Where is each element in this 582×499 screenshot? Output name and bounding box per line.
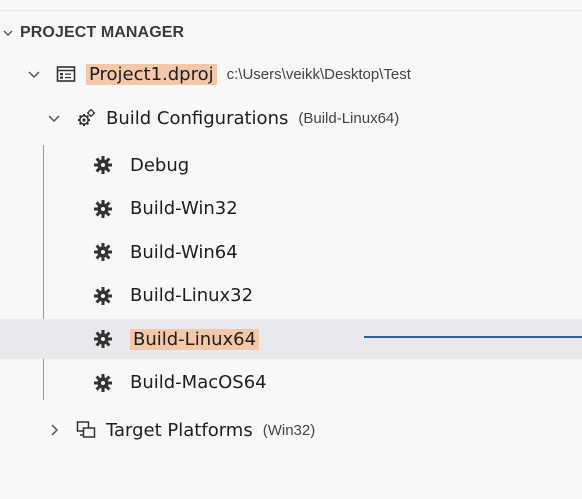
active-target-platform: (Win32) <box>262 421 316 439</box>
target-platforms-label: Target Platforms <box>106 419 253 441</box>
project-path: c:\Users\veikk\Desktop\Test <box>226 65 411 83</box>
configuration-text: Build-Linux64 <box>130 328 260 350</box>
build-configurations-label: Build Configurations <box>106 107 289 129</box>
gear-icon <box>93 242 113 262</box>
configuration-text: Debug <box>130 154 190 176</box>
gear-icon <box>93 155 113 175</box>
tree-item-project[interactable]: Project1.dproj c:\Users\veikk\Desktop\Te… <box>0 54 582 94</box>
configuration-label: Build-Win32 <box>130 198 238 219</box>
target-platforms-icon <box>76 420 96 440</box>
tree-item-configuration[interactable]: Debug <box>0 145 582 185</box>
annotation-pointer-line <box>364 336 582 338</box>
project-name: Project1.dproj <box>86 63 217 85</box>
section-title: PROJECT MANAGER <box>20 24 185 41</box>
tree-item-configuration[interactable]: Build-Win64 <box>0 232 582 272</box>
tree-item-configuration[interactable]: Build-MacOS64 <box>0 363 582 403</box>
chevron-down-icon[interactable] <box>46 110 62 126</box>
tree-item-build-configurations[interactable]: Build Configurations (Build-Linux64) <box>0 98 582 138</box>
tree-item-configuration[interactable]: Build-Linux32 <box>0 276 582 316</box>
chevron-down-icon <box>2 27 14 39</box>
configuration-text: Build-Win32 <box>130 198 238 219</box>
configuration-label: Build-Win64 <box>130 242 238 263</box>
gear-icon <box>93 373 113 393</box>
tree-item-target-platforms[interactable]: Target Platforms (Win32) <box>0 410 582 450</box>
project-name-highlight: Project1.dproj <box>86 63 217 85</box>
chevron-down-icon[interactable] <box>26 66 42 82</box>
gear-icon <box>93 329 113 349</box>
tree-item-configuration[interactable]: Build-Win32 <box>0 189 582 229</box>
configuration-label: Build-Linux64 <box>130 328 260 350</box>
active-configuration: (Build-Linux64) <box>298 109 400 127</box>
gear-icon <box>93 199 113 219</box>
panel-top-border <box>0 0 582 11</box>
gears-icon <box>76 108 96 128</box>
gear-icon <box>93 286 113 306</box>
configuration-text: Build-MacOS64 <box>130 372 267 393</box>
configuration-label: Debug <box>130 155 189 176</box>
configuration-label: Build-MacOS64 <box>130 372 267 393</box>
chevron-right-icon[interactable] <box>46 422 62 438</box>
configuration-label: Build-Linux32 <box>130 285 253 306</box>
configuration-text: Build-Linux32 <box>130 285 254 306</box>
configuration-text: Build-Win64 <box>130 241 238 263</box>
tree-item-configuration-selected[interactable]: Build-Linux64 <box>0 319 582 359</box>
project-manager-section-header[interactable]: PROJECT MANAGER <box>0 20 582 46</box>
project-icon <box>56 64 76 84</box>
